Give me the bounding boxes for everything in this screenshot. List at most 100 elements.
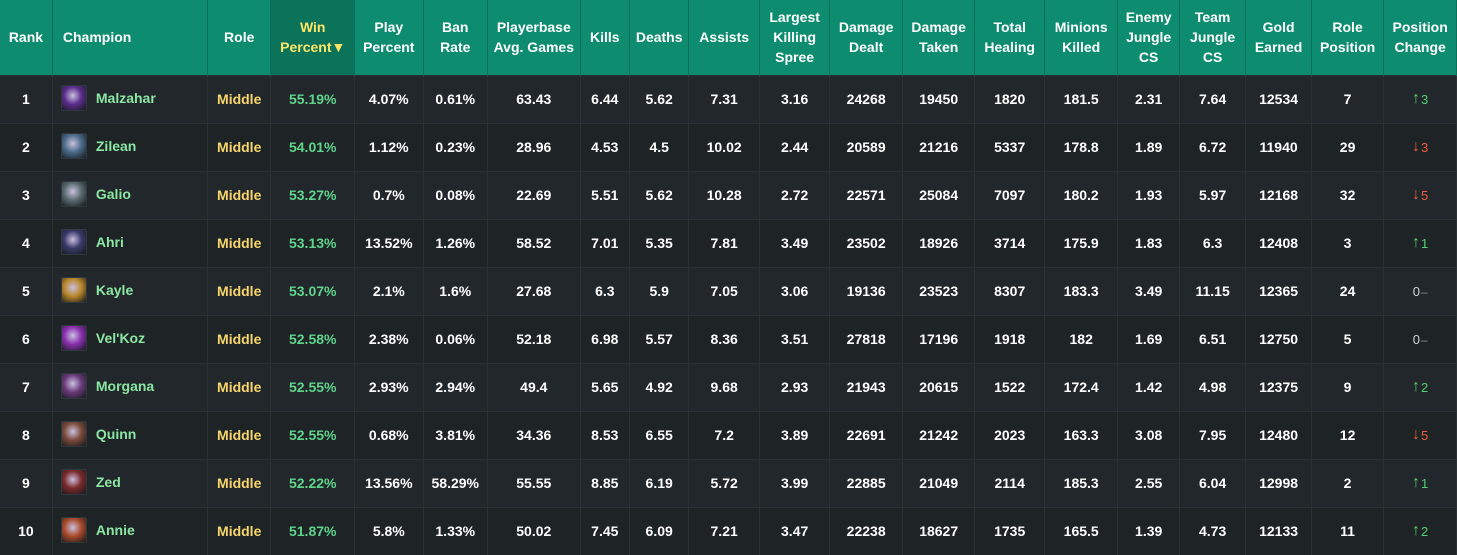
position-change-cell: ↑ 2 — [1383, 506, 1457, 555]
champion-portrait-icon[interactable] — [60, 132, 87, 159]
champion-link[interactable]: Quinn — [60, 420, 136, 447]
position-change-cell: ↑ 1 — [1383, 458, 1457, 507]
champion-cell: Morgana — [52, 362, 208, 411]
healing-cell: 1820 — [974, 74, 1045, 123]
ban-rate-cell: 1.33% — [423, 506, 488, 555]
deaths-cell: 5.62 — [629, 74, 690, 123]
killing-spree-cell: 2.93 — [759, 362, 831, 411]
col-header-damage-taken[interactable]: Damage Taken — [902, 0, 976, 75]
col-header-team-jungle-cs[interactable]: Team Jungle CS — [1179, 0, 1247, 75]
role-position-cell: 32 — [1311, 170, 1385, 219]
col-header-largest-killing-spree[interactable]: Largest Killing Spree — [759, 0, 831, 75]
champion-link[interactable]: Annie — [60, 516, 135, 543]
damage-dealt-cell: 19136 — [829, 266, 903, 315]
col-header-playerbase-avg-games[interactable]: Playerbase Avg. Games — [487, 0, 581, 75]
killing-spree-cell: 2.72 — [759, 170, 831, 219]
position-change-cell: 0– — [1383, 266, 1457, 315]
minions-cell: 165.5 — [1044, 506, 1119, 555]
enemy-jungle-cell: 1.39 — [1117, 506, 1180, 555]
champion-portrait-icon[interactable] — [60, 276, 87, 303]
table-row: 9 Zed Middle 52.22% 13.56% 58.29% 55.55 8.85 6.1… — [0, 458, 1457, 507]
minions-cell: 180.2 — [1044, 170, 1119, 219]
enemy-jungle-cell: 1.42 — [1117, 362, 1180, 411]
avg-games-cell: 52.18 — [487, 314, 581, 363]
col-header-rank[interactable]: Rank — [0, 0, 53, 75]
champion-name[interactable]: Kayle — [96, 282, 133, 298]
role-cell: Middle — [207, 410, 272, 459]
champion-link[interactable]: Zilean — [60, 132, 136, 159]
position-change-value: 0 — [1412, 332, 1420, 347]
champion-name[interactable]: Zed — [96, 474, 121, 490]
play-percent-cell: 1.12% — [354, 122, 424, 171]
champion-link[interactable]: Morgana — [60, 372, 154, 399]
damage-dealt-cell: 22571 — [829, 170, 903, 219]
avg-games-cell: 55.55 — [487, 458, 581, 507]
role-cell: Middle — [207, 506, 272, 555]
champion-link[interactable]: Kayle — [60, 276, 133, 303]
table-row: 2 Zilean Middle 54.01% 1.12% 0.23% 28.96 4.53 4.… — [0, 122, 1457, 171]
assists-cell: 7.05 — [688, 266, 760, 315]
champion-name[interactable]: Galio — [96, 186, 131, 202]
champion-name[interactable]: Morgana — [96, 378, 154, 394]
col-header-position-change[interactable]: Position Change — [1383, 0, 1457, 75]
champion-name[interactable]: Vel'Koz — [96, 330, 145, 346]
champion-portrait-icon[interactable] — [60, 516, 87, 543]
champion-name[interactable]: Zilean — [96, 138, 136, 154]
col-header-deaths[interactable]: Deaths — [629, 0, 690, 75]
champion-link[interactable]: Zed — [60, 468, 121, 495]
col-header-enemy-jungle-cs[interactable]: Enemy Jungle CS — [1117, 0, 1180, 75]
champion-name[interactable]: Ahri — [96, 234, 124, 250]
killing-spree-cell: 3.89 — [759, 410, 831, 459]
position-change-cell: ↓ 5 — [1383, 410, 1457, 459]
col-header-win-percent[interactable]: Win Percent▼ — [270, 0, 356, 75]
win-percent-cell: 52.58% — [270, 314, 356, 363]
col-header-role-position[interactable]: Role Position — [1311, 0, 1385, 75]
table-row: 10 Annie Middle 51.87% 5.8% 1.33% 50.02 7.45 6.0… — [0, 506, 1457, 555]
col-header-assists[interactable]: Assists — [688, 0, 760, 75]
champion-link[interactable]: Ahri — [60, 228, 124, 255]
deaths-cell: 5.9 — [629, 266, 690, 315]
avg-games-cell: 50.02 — [487, 506, 581, 555]
champion-name[interactable]: Annie — [96, 522, 135, 538]
rank-cell: 1 — [0, 74, 53, 123]
assists-cell: 7.81 — [688, 218, 760, 267]
deaths-cell: 6.55 — [629, 410, 690, 459]
col-header-role[interactable]: Role — [207, 0, 272, 75]
champion-link[interactable]: Galio — [60, 180, 131, 207]
killing-spree-cell: 3.16 — [759, 74, 831, 123]
champion-portrait-icon[interactable] — [60, 324, 87, 351]
role-position-cell: 29 — [1311, 122, 1385, 171]
play-percent-cell: 4.07% — [354, 74, 424, 123]
champion-name[interactable]: Malzahar — [96, 90, 156, 106]
champion-link[interactable]: Malzahar — [60, 84, 156, 111]
header-row: Rank Champion Role Win Percent▼ Play Per… — [0, 0, 1457, 75]
champion-portrait-icon[interactable] — [60, 468, 87, 495]
damage-taken-cell: 25084 — [902, 170, 976, 219]
kills-cell: 7.01 — [580, 218, 630, 267]
col-header-damage-dealt[interactable]: Damage Dealt — [829, 0, 903, 75]
champion-portrait-icon[interactable] — [60, 420, 87, 447]
healing-cell: 8307 — [974, 266, 1045, 315]
col-header-play-percent[interactable]: Play Percent — [354, 0, 424, 75]
rank-cell: 7 — [0, 362, 53, 411]
col-header-gold-earned[interactable]: Gold Earned — [1245, 0, 1312, 75]
champion-portrait-icon[interactable] — [60, 372, 87, 399]
rank-cell: 5 — [0, 266, 53, 315]
minions-cell: 178.8 — [1044, 122, 1119, 171]
healing-cell: 3714 — [974, 218, 1045, 267]
champion-name[interactable]: Quinn — [96, 426, 136, 442]
col-header-champion[interactable]: Champion — [52, 0, 208, 75]
col-header-total-healing[interactable]: Total Healing — [974, 0, 1045, 75]
damage-dealt-cell: 24268 — [829, 74, 903, 123]
col-header-ban-rate[interactable]: Ban Rate — [423, 0, 488, 75]
col-header-minions-killed[interactable]: Minions Killed — [1044, 0, 1119, 75]
col-header-kills[interactable]: Kills — [580, 0, 630, 75]
champion-portrait-icon[interactable] — [60, 228, 87, 255]
avg-games-cell: 63.43 — [487, 74, 581, 123]
avg-games-cell: 34.36 — [487, 410, 581, 459]
champion-portrait-icon[interactable] — [60, 180, 87, 207]
champion-portrait-icon[interactable] — [60, 84, 87, 111]
kills-cell: 6.3 — [580, 266, 630, 315]
position-change-cell: ↓ 5 — [1383, 170, 1457, 219]
champion-link[interactable]: Vel'Koz — [60, 324, 145, 351]
